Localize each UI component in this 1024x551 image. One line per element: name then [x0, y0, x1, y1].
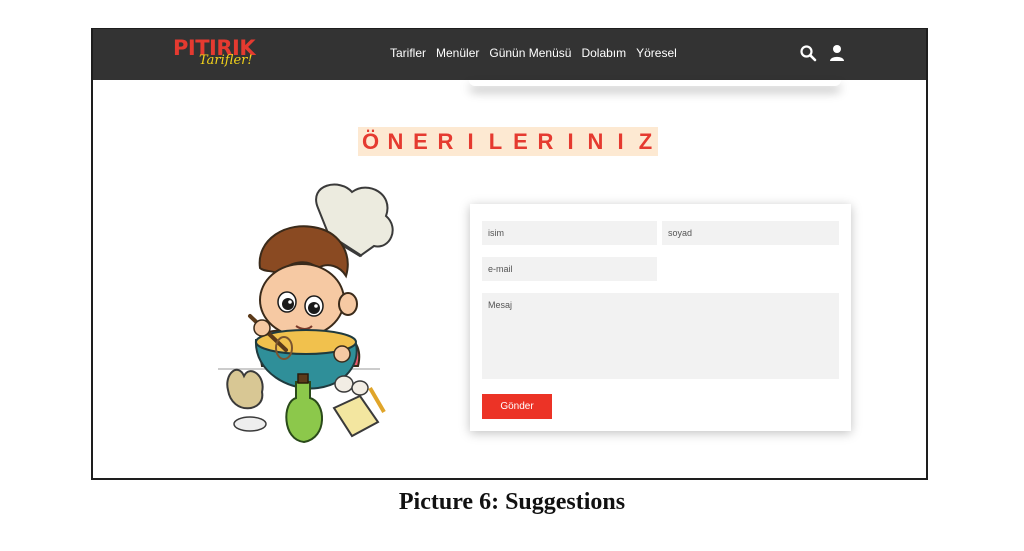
heading-letter: L — [483, 127, 508, 156]
heading-letter: N — [383, 127, 408, 156]
heading-letter: R — [533, 127, 558, 156]
surname-input[interactable] — [662, 221, 839, 245]
heading-letter: Ö — [358, 127, 383, 156]
email-input[interactable] — [482, 257, 657, 281]
heading-letter: E — [408, 127, 433, 156]
name-input[interactable] — [482, 221, 657, 245]
nav-icons — [799, 44, 846, 62]
suggestion-form: Gönder — [470, 204, 851, 431]
heading-letter: I — [608, 127, 633, 156]
message-textarea[interactable] — [482, 293, 839, 379]
heading-letter: R — [433, 127, 458, 156]
heading-letter: I — [558, 127, 583, 156]
search-icon[interactable] — [799, 44, 817, 62]
nav-item-yoresel[interactable]: Yöresel — [636, 46, 677, 60]
nav-item-tarifler[interactable]: Tarifler — [390, 46, 426, 60]
brand-tagline: Tarifler! — [199, 53, 253, 68]
nav-item-gunun-menusu[interactable]: Günün Menüsü — [489, 46, 571, 60]
chef-kid-illustration — [218, 183, 394, 444]
heading-letter: Z — [633, 127, 658, 156]
nav-item-dolabim[interactable]: Dolabım — [581, 46, 626, 60]
user-icon[interactable] — [828, 44, 846, 62]
navbar: PITIRIK Tarifler! Tarifler Menüler Günün… — [93, 29, 926, 80]
figure-caption: Picture 6: Suggestions — [398, 489, 626, 515]
send-button[interactable]: Gönder — [482, 394, 552, 419]
brand-logo[interactable]: PITIRIK Tarifler! — [173, 36, 263, 72]
heading-letter: I — [458, 127, 483, 156]
heading-letter: N — [583, 127, 608, 156]
nav-item-menuler[interactable]: Menüler — [436, 46, 479, 60]
page-heading: Ö N E R I L E R I N I Z — [358, 127, 658, 156]
dropdown-shadow — [469, 80, 841, 86]
nav-menu: Tarifler Menüler Günün Menüsü Dolabım Yö… — [390, 46, 677, 60]
heading-letter: E — [508, 127, 533, 156]
browser-screenshot-frame: PITIRIK Tarifler! Tarifler Menüler Günün… — [91, 28, 928, 480]
